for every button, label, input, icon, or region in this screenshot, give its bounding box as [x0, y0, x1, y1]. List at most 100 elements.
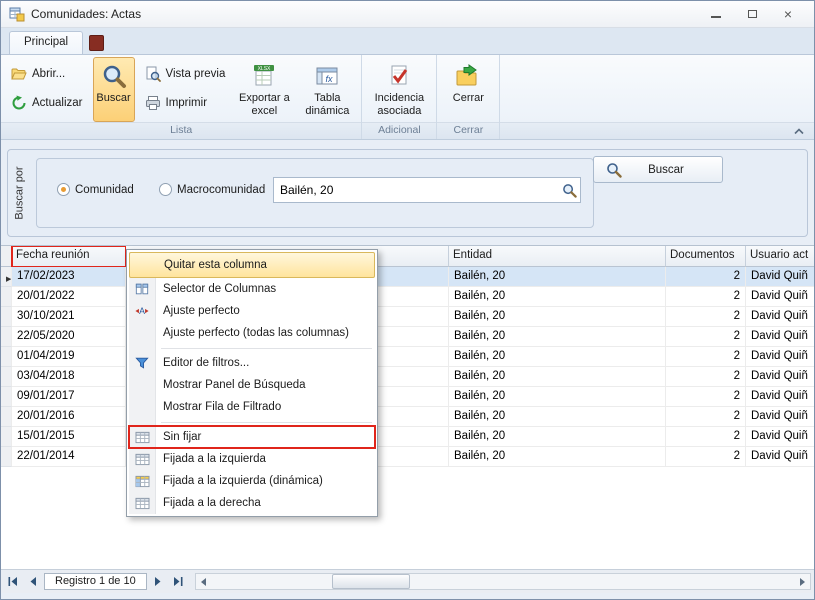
cell-entidad[interactable]: Bailén, 20: [449, 307, 666, 327]
cerrar-label: Cerrar: [453, 92, 484, 105]
cell-documentos[interactable]: 2: [666, 427, 746, 447]
cell-usuario[interactable]: David Quiñ: [746, 447, 814, 467]
buscar-button[interactable]: Buscar: [93, 57, 135, 122]
cell-usuario[interactable]: David Quiñ: [746, 387, 814, 407]
next-record-button[interactable]: [149, 573, 167, 590]
ribbon-collapse-chevron[interactable]: [792, 125, 806, 137]
cell-entidad[interactable]: Bailén, 20: [449, 407, 666, 427]
table-row[interactable]: 03/04/2018 Bailén, 202David Quiñ: [1, 367, 814, 387]
cell-usuario[interactable]: David Quiñ: [746, 287, 814, 307]
cell-usuario[interactable]: David Quiñ: [746, 427, 814, 447]
cell-fecha[interactable]: 17/02/2023: [12, 267, 126, 287]
cell-entidad[interactable]: Bailén, 20: [449, 447, 666, 467]
tab-principal[interactable]: Principal: [9, 31, 83, 54]
buscar-panel-button[interactable]: Buscar: [593, 156, 723, 183]
cell-documentos[interactable]: 2: [666, 387, 746, 407]
cell-entidad[interactable]: Bailén, 20: [449, 347, 666, 367]
cell-fecha[interactable]: 30/10/2021: [12, 307, 126, 327]
cell-fecha[interactable]: 01/04/2019: [12, 347, 126, 367]
tabla-dinamica-button[interactable]: fx Tabla dinámica: [298, 57, 356, 122]
table-row[interactable]: 09/01/2017 Bailén, 202David Quiñ: [1, 387, 814, 407]
cell-entidad[interactable]: Bailén, 20: [449, 327, 666, 347]
search-lookup-icon[interactable]: [558, 178, 580, 202]
cell-documentos[interactable]: 2: [666, 347, 746, 367]
cell-usuario[interactable]: David Quiñ: [746, 327, 814, 347]
exportar-excel-button[interactable]: XLSX Exportar a excel: [235, 57, 293, 122]
cell-entidad[interactable]: Bailén, 20: [449, 427, 666, 447]
menu-item[interactable]: Fijada a la izquierda: [129, 448, 375, 470]
horizontal-scrollbar[interactable]: [195, 573, 811, 590]
cell-documentos[interactable]: 2: [666, 447, 746, 467]
search-input[interactable]: [274, 183, 558, 197]
cell-entidad[interactable]: Bailén, 20: [449, 287, 666, 307]
cell-usuario[interactable]: David Quiñ: [746, 307, 814, 327]
menu-item[interactable]: Fijada a la derecha: [129, 492, 375, 514]
grid-colored-icon: [129, 475, 155, 488]
table-row[interactable]: 01/04/2019 Bailén, 202David Quiñ: [1, 347, 814, 367]
cell-fecha[interactable]: 20/01/2022: [12, 287, 126, 307]
menu-item[interactable]: Mostrar Panel de Búsqueda: [129, 374, 375, 396]
cell-usuario[interactable]: David Quiñ: [746, 347, 814, 367]
cell-fecha[interactable]: 22/01/2014: [12, 447, 126, 467]
grid-rows: ▶17/02/2023Bailén, 202David Quiñ20/01/20…: [1, 267, 814, 467]
menu-item[interactable]: Fijada a la izquierda (dinámica): [129, 470, 375, 492]
cell-usuario[interactable]: David Quiñ: [746, 407, 814, 427]
table-row[interactable]: 15/01/2015 Bailén, 202David Quiñ: [1, 427, 814, 447]
cell-documentos[interactable]: 2: [666, 287, 746, 307]
abrir-button[interactable]: Abrir...: [6, 64, 88, 84]
cell-documentos[interactable]: 2: [666, 267, 746, 287]
table-row[interactable]: 20/01/2016 Bailén, 202David Quiñ: [1, 407, 814, 427]
first-record-button[interactable]: [4, 573, 22, 590]
minimize-button[interactable]: [706, 7, 726, 21]
restore-button[interactable]: [742, 7, 762, 21]
scrollbar-thumb[interactable]: [332, 574, 410, 589]
cell-documentos[interactable]: 2: [666, 307, 746, 327]
scrollbar-track[interactable]: [212, 574, 794, 589]
table-row[interactable]: 22/01/2014 Bailén, 202David Quiñ: [1, 447, 814, 467]
close-button[interactable]: ×: [778, 7, 798, 21]
scroll-left-icon[interactable]: [196, 574, 212, 589]
cell-entidad[interactable]: Bailén, 20: [449, 367, 666, 387]
cerrar-button[interactable]: Cerrar: [442, 57, 494, 122]
menu-item[interactable]: Sin fijar: [129, 426, 375, 448]
cell-entidad[interactable]: Bailén, 20: [449, 387, 666, 407]
menu-item[interactable]: Selector de Columnas: [129, 278, 375, 300]
actualizar-button[interactable]: Actualizar: [6, 93, 88, 113]
imprimir-button[interactable]: Imprimir: [140, 93, 231, 113]
cell-fecha[interactable]: 09/01/2017: [12, 387, 126, 407]
previous-record-button[interactable]: [24, 573, 42, 590]
cell-fecha[interactable]: 03/04/2018: [12, 367, 126, 387]
incidencia-asociada-button[interactable]: Incidencia asociada: [367, 57, 431, 122]
menu-item[interactable]: AAjuste perfecto: [129, 300, 375, 322]
menu-item[interactable]: Mostrar Fila de Filtrado: [129, 396, 375, 418]
cell-documentos[interactable]: 2: [666, 407, 746, 427]
cell-entidad[interactable]: Bailén, 20: [449, 267, 666, 287]
cell-fecha[interactable]: 20/01/2016: [12, 407, 126, 427]
radio-macrocomunidad[interactable]: Macrocomunidad: [159, 183, 265, 196]
radio-icon: [159, 183, 172, 196]
cell-fecha[interactable]: 22/05/2020: [12, 327, 126, 347]
cell-usuario[interactable]: David Quiñ: [746, 267, 814, 287]
table-row[interactable]: 20/01/2022 Bailén, 202David Quiñ: [1, 287, 814, 307]
table-row[interactable]: 30/10/2021 Bailén, 202David Quiñ: [1, 307, 814, 327]
cell-usuario[interactable]: David Quiñ: [746, 367, 814, 387]
scroll-right-icon[interactable]: [794, 574, 810, 589]
cell-documentos[interactable]: 2: [666, 327, 746, 347]
radio-comunidad[interactable]: Comunidad: [57, 183, 134, 196]
menu-item[interactable]: Ajuste perfecto (todas las columnas): [129, 322, 375, 344]
menu-item-label: Quitar esta columna: [156, 259, 267, 271]
column-header-usuario[interactable]: Usuario act: [746, 246, 814, 267]
last-record-button[interactable]: [169, 573, 187, 590]
table-row[interactable]: 22/05/2020 Bailén, 202David Quiñ: [1, 327, 814, 347]
cell-documentos[interactable]: 2: [666, 367, 746, 387]
svg-text:fx: fx: [326, 74, 334, 84]
table-row[interactable]: ▶17/02/2023Bailén, 202David Quiñ: [1, 267, 814, 287]
cell-fecha[interactable]: 15/01/2015: [12, 427, 126, 447]
vista-previa-button[interactable]: Vista previa: [140, 64, 231, 84]
filter-icon: [129, 356, 155, 370]
menu-item[interactable]: Quitar esta columna: [129, 252, 375, 278]
column-header-fecha[interactable]: Fecha reunión: [12, 246, 126, 267]
column-header-entidad[interactable]: Entidad: [449, 246, 666, 267]
column-header-documentos[interactable]: Documentos: [666, 246, 746, 267]
menu-item[interactable]: Editor de filtros...: [129, 352, 375, 374]
